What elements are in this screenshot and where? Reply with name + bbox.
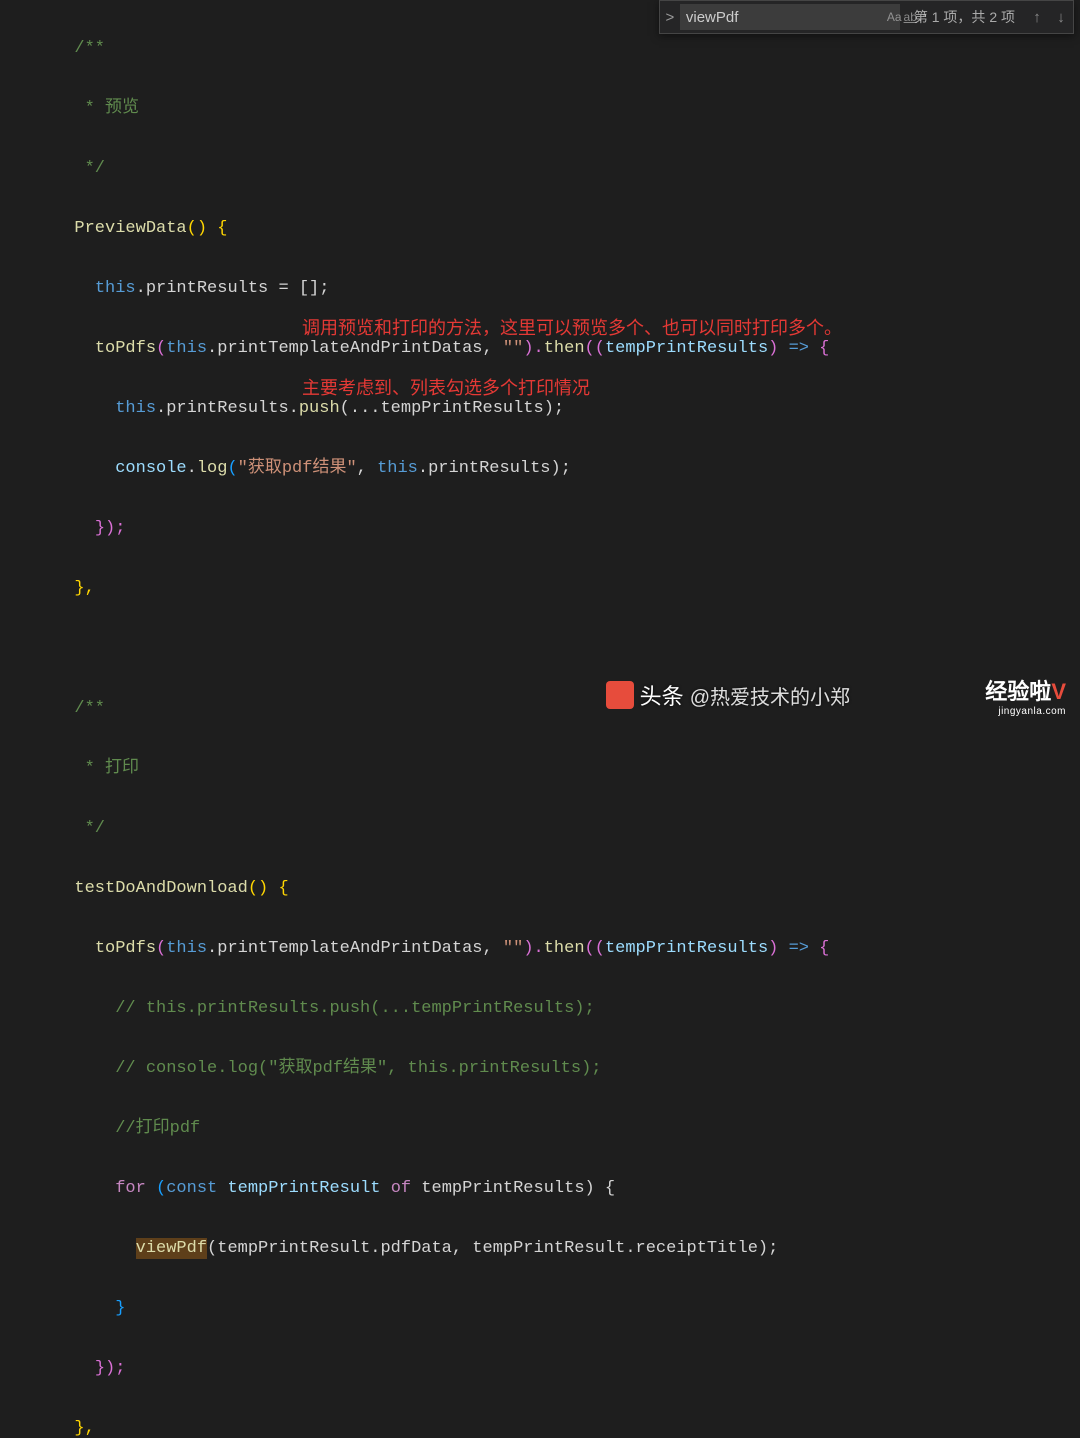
annotation-text: 主要考虑到、列表勾选多个打印情况 (302, 374, 590, 400)
search-bar: > Aa ab .* 第 1 项，共 2 项 ↑ ↓ (659, 0, 1074, 34)
comment: * 预览 (74, 99, 139, 118)
watermark-toutiao: 头条 @热爱技术的小郑 (606, 679, 850, 711)
search-expand-toggle[interactable]: > (660, 9, 680, 26)
search-input[interactable] (686, 9, 885, 26)
code-content[interactable]: /** * 预览 */ PreviewData() { this.printRe… (0, 2, 1080, 1438)
watermark-jingyanla: 经验啦V jingyanla.com (985, 674, 1066, 717)
search-input-wrap: Aa ab .* (680, 4, 900, 30)
code-editor[interactable]: > Aa ab .* 第 1 项，共 2 项 ↑ ↓ /** * 预览 */ P… (0, 0, 1080, 719)
method-name: PreviewData (74, 219, 186, 238)
comment: * 打印 (74, 759, 139, 778)
comment: /** (74, 39, 105, 58)
method-name: testDoAndDownload (74, 879, 247, 898)
match-case-icon[interactable]: Aa (887, 7, 902, 27)
comment: /** (74, 699, 105, 718)
toutiao-logo-icon (606, 681, 634, 709)
annotation-text: 调用预览和打印的方法，这里可以预览多个、也可以同时打印多个。 (302, 314, 842, 340)
match-word-icon[interactable]: ab (904, 7, 917, 27)
search-match: viewPdf (136, 1239, 207, 1258)
comment: */ (74, 819, 105, 838)
search-next-icon[interactable]: ↓ (1049, 9, 1073, 26)
comment: */ (74, 159, 105, 178)
search-prev-icon[interactable]: ↑ (1025, 9, 1049, 26)
search-status: 第 1 项，共 2 项 (914, 7, 1015, 27)
regex-icon[interactable]: .* (919, 7, 927, 27)
